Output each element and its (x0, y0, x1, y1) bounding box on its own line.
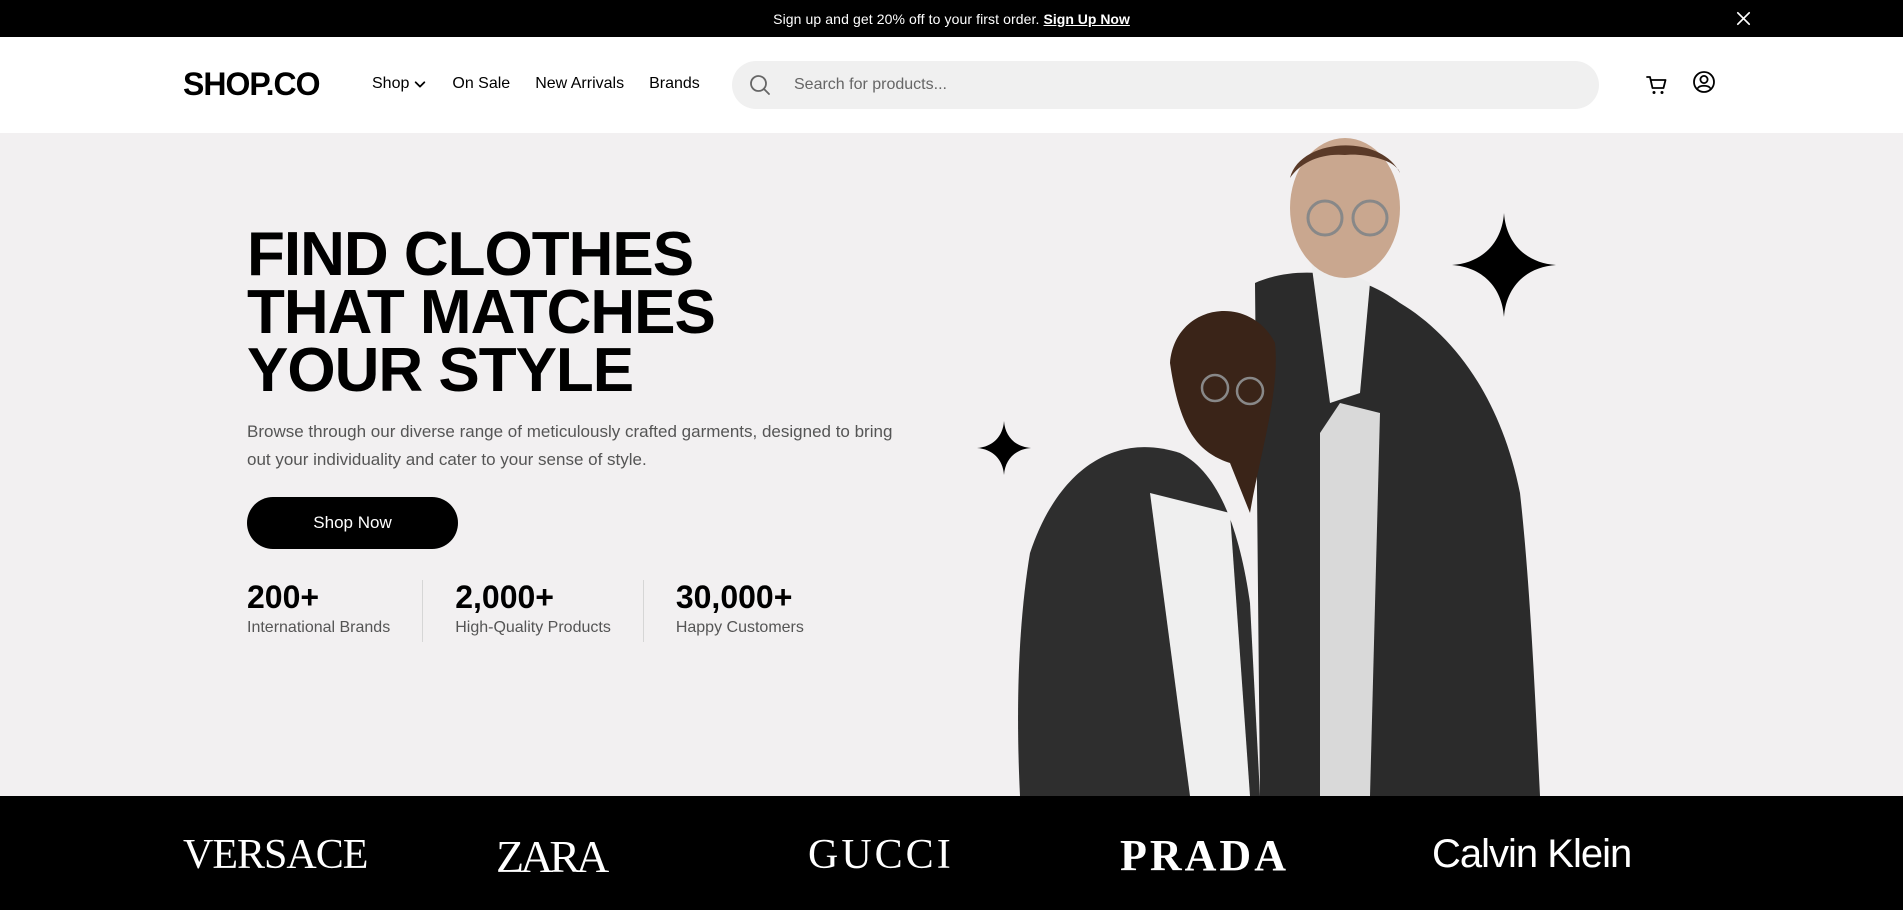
brand-logo-versace: VERSACE (183, 832, 368, 878)
brand-logo-calvin-klein: Calvin Klein (1432, 832, 1632, 876)
chevron-down-icon (415, 81, 426, 88)
search-input[interactable] (794, 76, 1554, 94)
stat-value: 2,000+ (455, 579, 554, 615)
stat-value: 200+ (247, 579, 320, 615)
stat-label: International Brands (247, 619, 391, 637)
hero-title-line: FIND CLOTHES (247, 220, 694, 289)
brand-logo-zara: ZARA (496, 831, 609, 882)
shop-now-button[interactable]: Shop Now (247, 497, 458, 549)
search-icon[interactable] (748, 73, 772, 97)
hero-section: FIND CLOTHES THAT MATCHES YOUR STYLE Bro… (0, 133, 1903, 796)
logo[interactable]: SHOP.CO (183, 68, 320, 100)
sparkle-star-icon (977, 421, 1031, 475)
stat-label: High-Quality Products (455, 619, 611, 637)
main-nav: Shop On Sale New Arrivals Brands (372, 75, 725, 93)
user-circle-icon[interactable] (1692, 70, 1716, 94)
cart-icon[interactable] (1645, 73, 1669, 97)
stat-products: 2,000+ High-Quality Products (455, 579, 644, 642)
hero-description: Browse through our diverse range of meti… (247, 422, 893, 469)
hero-title: FIND CLOTHES THAT MATCHES YOUR STYLE (247, 220, 887, 405)
stat-label: Happy Customers (675, 619, 804, 637)
nav-item-shop[interactable]: Shop (372, 75, 427, 93)
stat-brands: 200+ International Brands (247, 579, 424, 642)
sparkle-star-icon (1452, 213, 1556, 317)
nav-item-new-arrivals[interactable]: New Arrivals (535, 75, 624, 93)
stat-value: 30,000+ (675, 579, 793, 615)
close-icon[interactable] (1734, 9, 1753, 28)
hero-title-line: YOUR STYLE (247, 336, 634, 405)
brand-logo-gucci: GUCCI (808, 832, 954, 878)
stat-customers: 30,000+ Happy Customers (675, 579, 836, 642)
brand-logo-prada: PRADA (1120, 831, 1289, 880)
nav-item-brands[interactable]: Brands (649, 75, 700, 93)
stats: 200+ International Brands 2,000+ High-Qu… (247, 579, 868, 642)
search-bar (732, 61, 1599, 109)
signup-link[interactable]: Sign Up Now (1044, 11, 1130, 27)
promo-text: Sign up and get 20% off to your first or… (773, 10, 1040, 27)
promo-banner: Sign up and get 20% off to your first or… (0, 0, 1903, 37)
nav-item-on-sale[interactable]: On Sale (452, 75, 510, 93)
brand-strip: VERSACE ZARA GUCCI PRADA Calvin Klein (0, 796, 1903, 910)
hero-title-line: THAT MATCHES (247, 278, 716, 347)
site-header: SHOP.CO Shop On Sale New Arrivals Brands (0, 37, 1903, 133)
nav-item-label: Shop (372, 75, 410, 92)
